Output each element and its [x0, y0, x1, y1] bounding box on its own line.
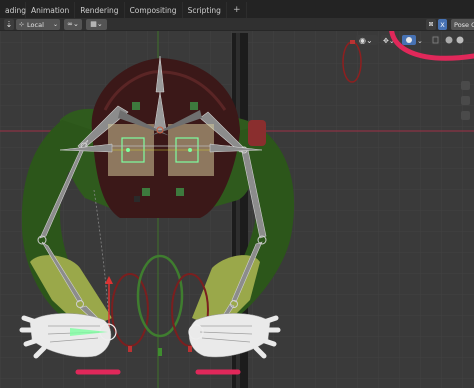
chevron-down-icon: ⌄ [417, 37, 423, 45]
magnet-icon: ∞⌄ [67, 20, 79, 28]
pivot-icon: ⇣ [5, 19, 13, 29]
grid-snap-icon: ▦⌄ [90, 20, 103, 28]
tab-compositing[interactable]: Compositing [125, 2, 183, 18]
nav-gizmo-button[interactable] [461, 81, 470, 90]
3d-viewport[interactable]: ◉⌄ ✥⌄ ⌄ [0, 31, 474, 388]
gizmo-icon: ⊠ [428, 20, 434, 28]
bone-control-marker [350, 40, 355, 44]
viewport-canvas: ◉⌄ ✥⌄ ⌄ [0, 31, 474, 388]
orientation-icon: ⊹ [19, 20, 25, 28]
shading-solid-icon[interactable] [445, 36, 453, 44]
ik-marker-right [188, 346, 192, 352]
viewport-header: ⇣ ⊹ Local ⌄ ∞⌄ ▦⌄ ⊠ X Pose C [0, 18, 474, 31]
pan-button[interactable] [461, 111, 470, 120]
workspace-tab-bar: ading Animation Rendering Compositing Sc… [0, 0, 474, 18]
shading-material-icon[interactable] [456, 36, 464, 44]
tab-rendering[interactable]: Rendering [75, 2, 125, 18]
mode-dropdown[interactable]: Pose C [451, 19, 474, 30]
add-workspace-button[interactable]: + [227, 2, 248, 18]
x-axis-mirror-button[interactable]: X [438, 19, 447, 30]
tab-shading[interactable]: ading [0, 2, 26, 18]
proportional-edit-button[interactable]: ▦⌄ [86, 19, 107, 30]
x-axis-label: X [440, 20, 445, 29]
hair-accessory[interactable] [248, 120, 266, 146]
ik-marker-left [128, 346, 132, 352]
chevron-down-icon: ⌄ [52, 20, 58, 28]
overlay-icon [406, 37, 412, 43]
transform-orientation-dropdown[interactable]: ⊹ Local ⌄ [16, 19, 60, 30]
tab-scripting[interactable]: Scripting [183, 2, 227, 18]
gizmo-toggle[interactable]: ⊠ [426, 19, 436, 30]
viewport-navigation-strip [461, 81, 470, 120]
tab-animation[interactable]: Animation [26, 2, 76, 18]
pivot-point-button[interactable]: ⇣ [4, 19, 14, 30]
xray-button[interactable] [431, 35, 440, 45]
snap-pivot-button[interactable]: ∞⌄ [64, 19, 82, 30]
zoom-button[interactable] [461, 96, 470, 105]
transform-orientation-label: Local [27, 20, 44, 29]
mode-label: Pose C [454, 20, 474, 29]
eye-icon: ◉⌄ [359, 36, 373, 45]
ik-marker-root [158, 348, 162, 356]
